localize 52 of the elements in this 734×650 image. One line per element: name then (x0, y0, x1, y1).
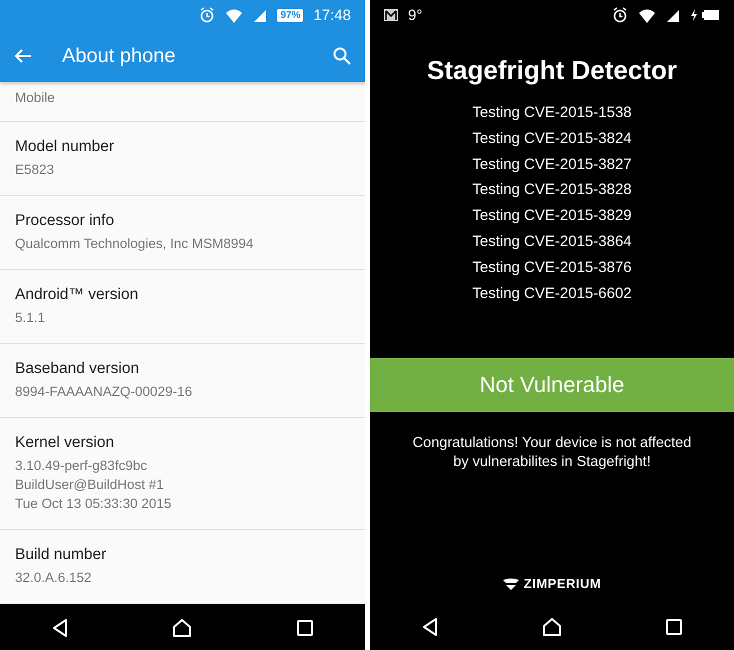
item-title: Baseband version (15, 360, 140, 378)
item-title: Processor info (15, 212, 116, 230)
test-line: Testing CVE-2015-3824 (472, 128, 632, 149)
back-icon[interactable] (52, 618, 68, 636)
test-line: Testing CVE-2015-3829 (472, 206, 632, 226)
result-banner: Not Vulnerable (370, 358, 734, 412)
item-value: 3.10.49-perf-g83fc9bc BuildUser@BuildHost #1 Tue Oct 13 05:33:30 2015 (15, 457, 172, 513)
item-title: Build number (15, 546, 108, 564)
item-value: 5.1.1 (15, 309, 46, 327)
test-line: Testing CVE-2015-6602 (472, 284, 632, 304)
back-icon[interactable] (422, 618, 438, 636)
logo-icon (502, 578, 519, 590)
test-line: Testing CVE-2015-3876 (472, 258, 632, 278)
settings-item[interactable]: Mobile (0, 82, 365, 122)
app-title: Stagefright Detector (427, 55, 677, 86)
item-title: Model number (15, 138, 116, 156)
item-value: Mobile (15, 89, 56, 107)
home-icon[interactable] (172, 618, 192, 636)
signal-icon (253, 8, 268, 22)
settings-item[interactable]: Android™ version 5.1.1 (0, 270, 365, 344)
wifi-icon (225, 7, 244, 23)
recents-icon[interactable] (666, 618, 682, 634)
brand-name: ZIMPERIUM (524, 576, 602, 591)
charging-battery-icon (690, 9, 720, 21)
item-value: 8994-FAAAANAZQ-00029-16 (15, 383, 194, 401)
test-line: Testing CVE-2015-3827 (472, 154, 632, 175)
search-icon[interactable] (333, 47, 351, 65)
item-value: E5823 (15, 161, 56, 179)
settings-item[interactable]: Baseband version 8994-FAAAANAZQ-00029-16 (0, 344, 365, 418)
alarm-icon (612, 7, 628, 23)
battery-indicator: 97% (277, 8, 304, 22)
temperature: 9° (408, 6, 422, 24)
result-message: Congratulations! Your device is not affected by vulnerabilites in Stagefright! (412, 434, 692, 472)
mail-icon (384, 9, 398, 21)
alarm-icon (199, 7, 216, 23)
back-arrow-icon[interactable] (14, 48, 32, 64)
wifi-icon (638, 7, 656, 23)
test-line: Testing CVE-2015-3864 (472, 232, 632, 252)
recents-icon[interactable] (296, 620, 313, 636)
item-title: Kernel version (15, 434, 116, 452)
test-line: Testing CVE-2015-3828 (472, 180, 632, 200)
screen-title: About phone (62, 44, 176, 68)
item-value: 32.0.A.6.152 (15, 569, 93, 587)
settings-item[interactable]: Model number E5823 (0, 122, 365, 196)
settings-item[interactable]: Processor info Qualcomm Technologies, Inc MSM8994 (0, 196, 365, 270)
item-value: Qualcomm Technologies, Inc MSM8994 (15, 235, 254, 253)
item-title: Android™ version (15, 286, 140, 304)
clock: 17:48 (313, 6, 351, 24)
test-line: Testing CVE-2015-1538 (472, 103, 632, 123)
signal-icon (666, 8, 680, 22)
home-icon[interactable] (542, 618, 562, 636)
settings-item[interactable]: Kernel version 3.10.49-perf-g83fc9bc BuildUser@BuildHost #1 Tue Oct 13 05:33:30 2015 (0, 418, 365, 530)
